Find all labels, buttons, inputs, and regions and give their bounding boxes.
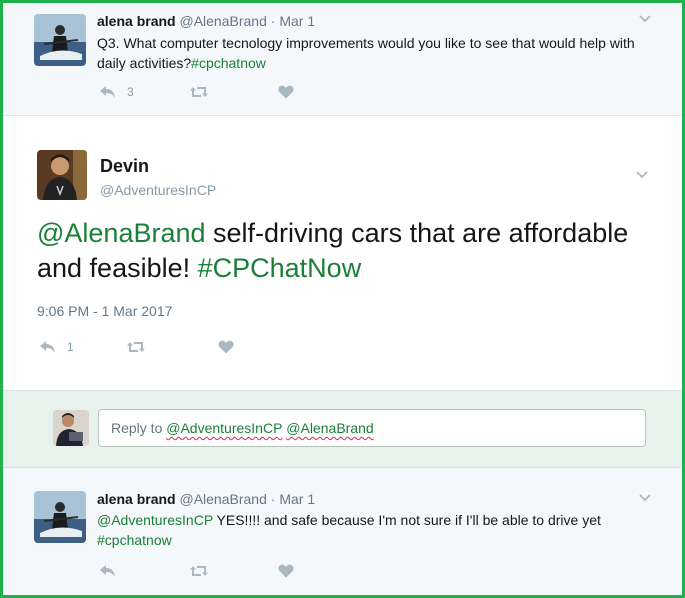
hashtag-link[interactable]: #cpchatnow [97,532,172,548]
like-button[interactable] [218,337,234,357]
retweet-icon [190,566,208,576]
separator: · [270,491,276,507]
hashtag-link[interactable]: #cpchatnow [191,55,266,71]
tweet-main[interactable]: Devin @AdventuresInCP @AlenaBrand self-d… [3,116,682,390]
like-icon [218,340,234,354]
chevron-down-icon[interactable] [639,494,651,504]
chevron-down-icon[interactable] [639,15,651,25]
tweet-thread: alena brand @AlenaBrand · Mar 1 Q3. What… [0,0,685,598]
tweet-last[interactable]: alena brand @AlenaBrand · Mar 1 @Adventu… [3,468,682,595]
tweet-header: alena brand @AlenaBrand · Mar 1 [97,491,315,507]
reply-prefix: Reply to [111,420,167,436]
reply-input[interactable]: Reply to @AdventuresInCP @AlenaBrand [98,409,646,447]
user-handle[interactable]: @AlenaBrand [179,491,266,507]
like-button[interactable] [278,561,294,581]
reply-icon [100,565,115,577]
display-name[interactable]: Devin [100,156,149,177]
reply-composer: Reply to @AdventuresInCP @AlenaBrand [3,390,682,468]
tweet-text: Q3. What computer tecnology improvements… [97,33,657,73]
user-handle[interactable]: @AlenaBrand [179,13,266,29]
retweet-button[interactable] [189,82,209,102]
reply-button[interactable]: 3 [99,82,134,102]
tweet-date[interactable]: Mar 1 [279,13,315,29]
avatar[interactable] [34,14,86,66]
tweet-date[interactable]: Mar 1 [279,491,315,507]
reply-count: 3 [127,85,134,99]
retweet-icon [127,342,145,352]
reply-icon [40,341,55,353]
tweet-text: @AdventuresInCP YES!!!! and safe because… [97,510,657,550]
avatar[interactable] [37,150,87,200]
hashtag-link[interactable]: #CPChatNow [198,253,362,283]
reply-count: 1 [67,340,74,354]
tweet-first[interactable]: alena brand @AlenaBrand · Mar 1 Q3. What… [3,3,682,116]
retweet-button[interactable] [126,337,146,357]
avatar[interactable] [34,491,86,543]
mention-link[interactable]: @AlenaBrand [37,218,206,248]
reply-mention: @AdventuresInCP [166,420,283,436]
reply-mention: @AlenaBrand [286,420,374,436]
tweet-timestamp[interactable]: 9:06 PM - 1 Mar 2017 [37,303,172,319]
retweet-button[interactable] [189,561,209,581]
display-name[interactable]: alena brand [97,491,176,507]
like-button[interactable] [278,82,294,102]
tweet-body: Q3. What computer tecnology improvements… [97,35,635,71]
tweet-header: alena brand @AlenaBrand · Mar 1 [97,13,315,29]
separator: · [270,13,276,29]
reply-button[interactable] [99,561,117,581]
tweet-body: YES!!!! and safe because I'm not sure if… [212,512,601,528]
reply-icon [100,86,115,98]
user-handle[interactable]: @AdventuresInCP [100,182,216,198]
like-icon [278,85,294,99]
mention-link[interactable]: @AdventuresInCP [97,512,213,528]
display-name[interactable]: alena brand [97,13,176,29]
reply-button[interactable]: 1 [39,337,74,357]
retweet-icon [190,87,208,97]
tweet-text: @AlenaBrand self-driving cars that are a… [37,216,657,286]
like-icon [278,564,294,578]
chevron-down-icon[interactable] [636,171,648,181]
avatar [53,410,89,446]
